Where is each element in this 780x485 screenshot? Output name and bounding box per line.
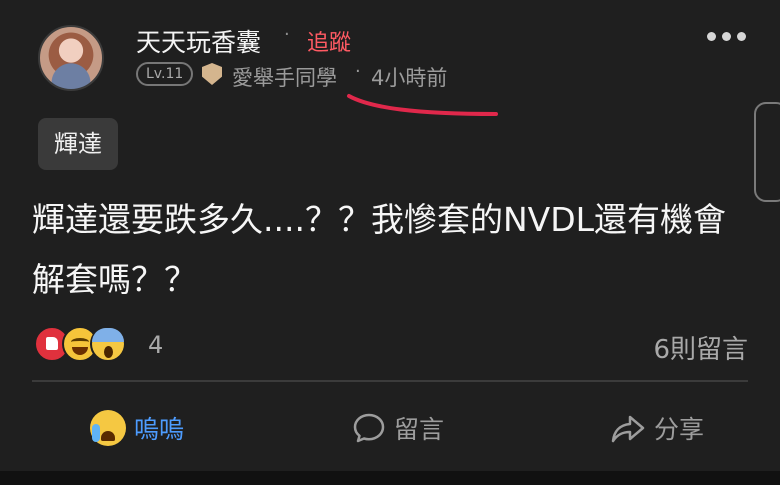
board-name[interactable]: 愛舉手同學 bbox=[232, 62, 337, 92]
post-time: 4小時前 bbox=[371, 66, 448, 90]
scream-reaction-icon bbox=[90, 326, 126, 362]
follow-button[interactable]: 追蹤 bbox=[307, 25, 351, 57]
reaction-summary[interactable] bbox=[34, 326, 126, 362]
post-content: 輝達還要跌多久....？？我慘套的NVDL還有機會解套嗎？？ bbox=[32, 200, 727, 299]
reaction-count[interactable]: 4 bbox=[148, 331, 163, 359]
divider bbox=[32, 380, 748, 382]
bottom-bar bbox=[0, 471, 780, 485]
dot-icon bbox=[707, 32, 716, 41]
annotation-underline bbox=[347, 94, 498, 116]
cry-reaction-button[interactable]: 嗚嗚 bbox=[90, 410, 184, 446]
more-options-icon[interactable] bbox=[707, 32, 746, 41]
header-separator: · bbox=[284, 24, 290, 45]
cry-label: 嗚嗚 bbox=[134, 415, 185, 444]
board-badge-icon bbox=[202, 63, 222, 85]
dot-icon bbox=[722, 32, 731, 41]
comments-count[interactable]: 6則留言 bbox=[653, 329, 748, 366]
topic-tag[interactable]: 輝達 bbox=[38, 118, 118, 170]
author-avatar[interactable] bbox=[38, 25, 104, 91]
author-name[interactable]: 天天玩香囊 bbox=[136, 23, 261, 59]
dot-icon bbox=[737, 32, 746, 41]
crying-face-icon bbox=[90, 410, 126, 446]
comment-icon bbox=[353, 413, 385, 443]
share-button[interactable]: 分享 bbox=[610, 410, 704, 446]
meta-separator: · bbox=[355, 61, 361, 82]
share-label: 分享 bbox=[654, 415, 705, 444]
share-icon bbox=[611, 415, 645, 443]
scroll-handle[interactable] bbox=[754, 102, 780, 202]
comment-label: 留言 bbox=[394, 415, 445, 444]
level-badge: Lv.11 bbox=[136, 62, 194, 86]
comment-button[interactable]: 留言 bbox=[352, 410, 444, 446]
